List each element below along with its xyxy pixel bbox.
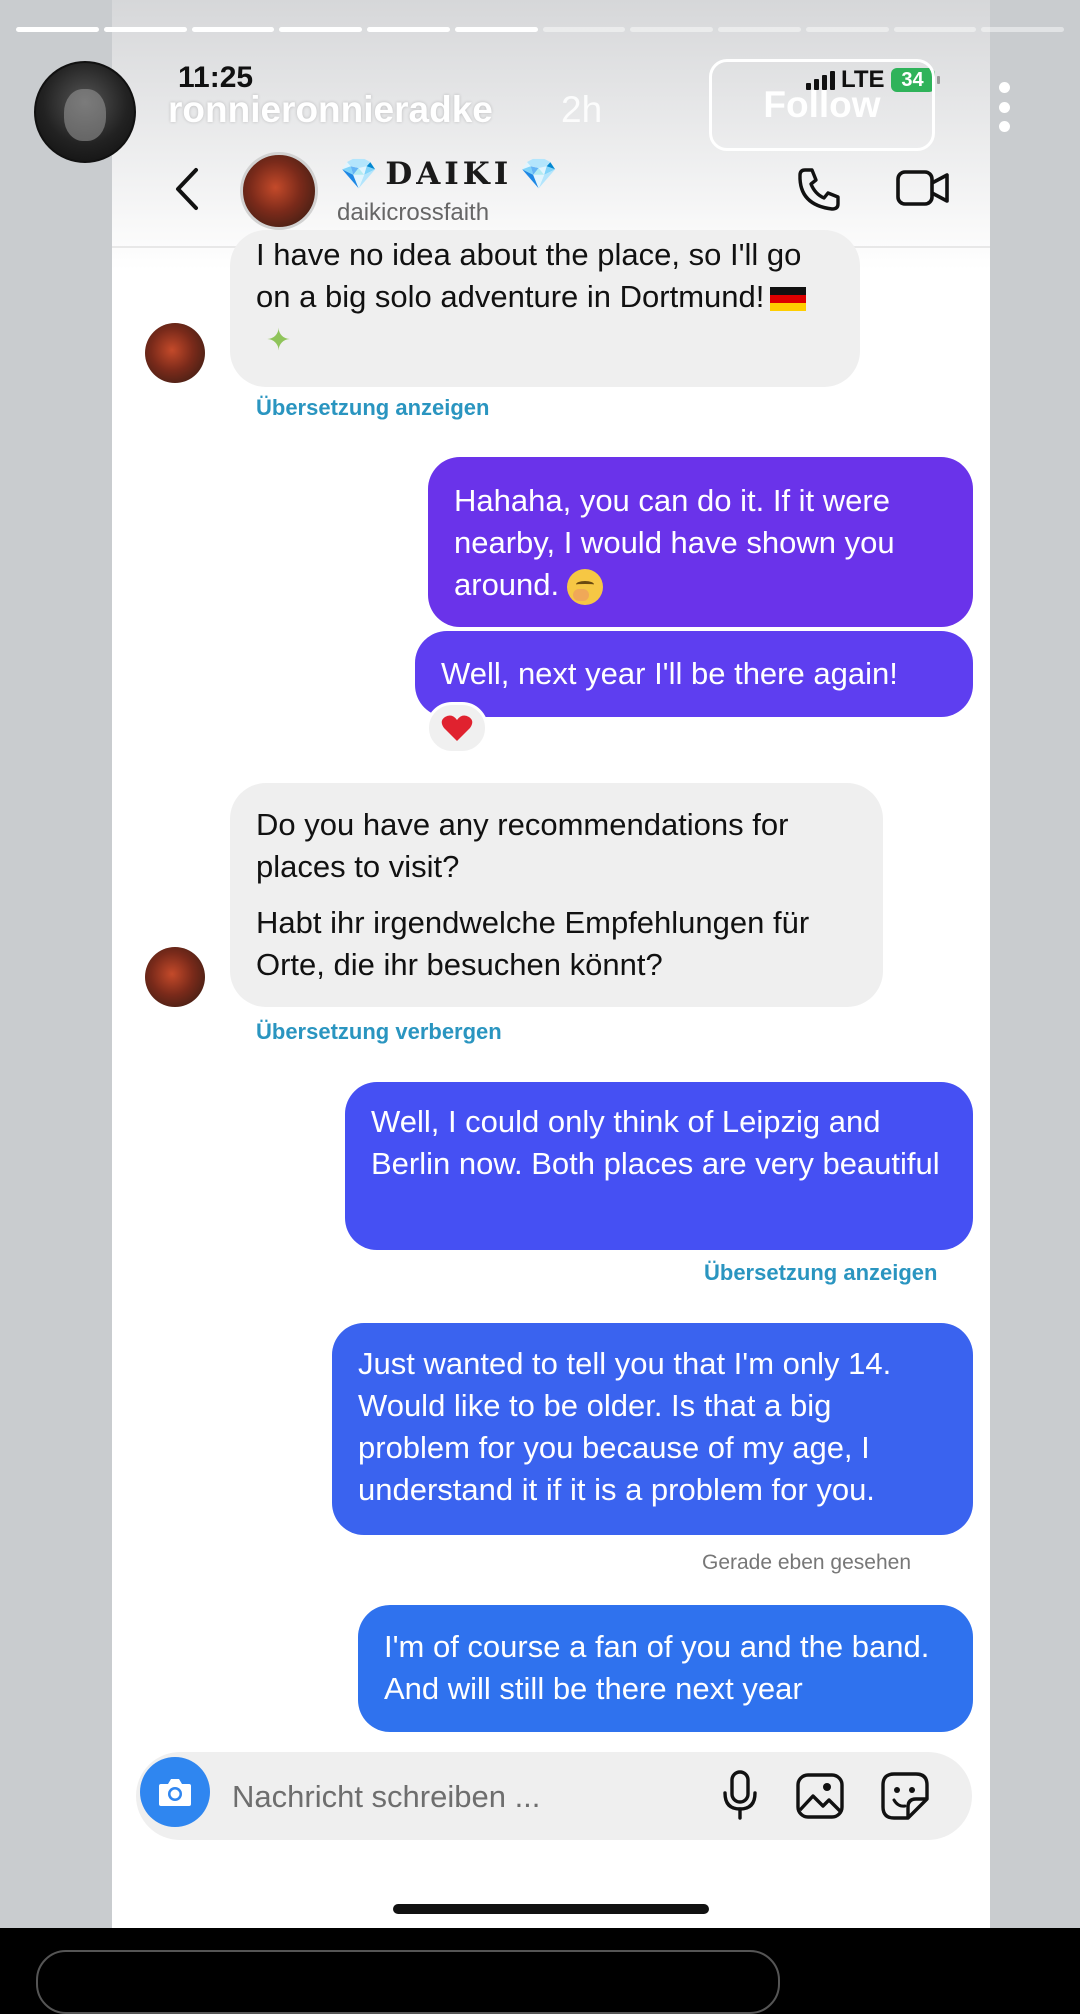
story-reply-field[interactable]: [36, 1950, 780, 2014]
chat-contact-name[interactable]: 💎 DAIKI 💎: [340, 156, 558, 192]
phone-icon[interactable]: [795, 165, 843, 213]
heart-reaction-icon[interactable]: [426, 702, 488, 754]
story-user-avatar[interactable]: [34, 61, 136, 163]
message-outgoing[interactable]: Well, I could only think of Leipzig and …: [345, 1082, 973, 1250]
story-background: 11:25 ronnieronnieradke 2h LTE 34 Follow…: [0, 0, 1080, 1928]
story-username[interactable]: ronnieronnieradke: [168, 89, 493, 131]
gallery-icon[interactable]: [795, 1772, 845, 1820]
diamond-icon: 💎: [520, 156, 558, 192]
message-input[interactable]: [230, 1770, 554, 1824]
sender-avatar[interactable]: [145, 323, 205, 383]
hand-over-mouth-emoji-icon: [567, 568, 604, 605]
story-progress-bar: [16, 27, 1064, 33]
message-outgoing[interactable]: Hahaha, you can do it. If it were nearby…: [428, 457, 973, 627]
message-outgoing[interactable]: Just wanted to tell you that I'm only 14…: [332, 1323, 973, 1535]
video-call-icon[interactable]: [895, 164, 951, 212]
diamond-icon: 💎: [340, 156, 378, 192]
back-arrow-icon[interactable]: [168, 164, 212, 214]
message-incoming[interactable]: I have no idea about the place, so I'll …: [230, 230, 860, 387]
message-outgoing[interactable]: I'm of course a fan of you and the band.…: [358, 1605, 973, 1732]
message-incoming[interactable]: Do you have any recommendations for plac…: [230, 783, 883, 1007]
sender-avatar[interactable]: [145, 947, 205, 1007]
more-options-icon[interactable]: [998, 82, 1010, 132]
follow-button[interactable]: Follow: [709, 59, 935, 151]
sticker-icon[interactable]: [880, 1771, 930, 1821]
show-translation-link[interactable]: Übersetzung anzeigen: [704, 1260, 937, 1286]
chat-contact-handle: daikicrossfaith: [337, 199, 490, 226]
fairy-icon: ✦: [266, 323, 292, 357]
story-age: 2h: [561, 89, 603, 130]
show-translation-link[interactable]: Übersetzung anzeigen: [256, 395, 489, 421]
microphone-icon[interactable]: [716, 1769, 764, 1821]
camera-button[interactable]: [140, 1757, 210, 1827]
germany-flag-icon: [770, 286, 807, 311]
seen-status: Gerade eben gesehen: [702, 1551, 912, 1574]
hide-translation-link[interactable]: Übersetzung verbergen: [256, 1019, 502, 1045]
chat-contact-avatar[interactable]: [240, 152, 318, 230]
home-indicator: [393, 1904, 709, 1914]
message-outgoing[interactable]: Well, next year I'll be there again!: [415, 631, 973, 717]
camera-icon: [159, 1779, 191, 1806]
